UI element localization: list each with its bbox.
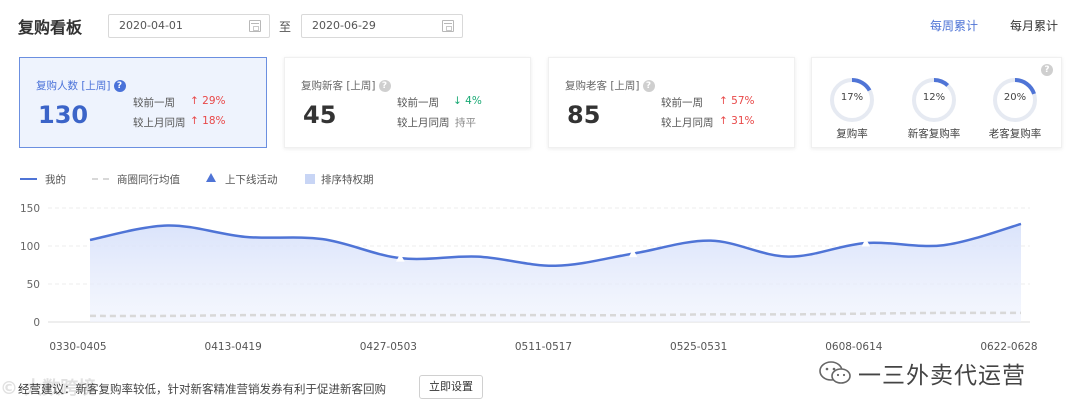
wow-change-value: 29% [202,95,226,107]
end-date-value: 2020-06-29 [312,19,376,32]
mom-label: 较上月同周 [133,117,186,129]
help-icon[interactable]: ? [378,80,391,92]
y-tick-label: 150 [20,203,40,215]
legend-label: 上下线活动 [225,174,278,186]
start-date-value: 2020-04-01 [119,19,183,32]
dashed-line-swatch-icon [92,178,109,180]
help-icon[interactable]: ? [1041,64,1053,76]
rate-label: 复购率 [836,128,868,140]
wow-change: ↑ 57% [719,95,755,107]
wow-change: ↓ 4% [453,95,482,107]
x-tick-label: 0330-0405 [49,341,106,353]
mom-change-value: 18% [202,115,226,127]
repurchase-users-card[interactable]: 复购人数 [上周]? 130 较前一周 ↑ 29% 较上月同周 ↑ 18% [19,57,267,148]
footer: © 大数跨境 经营建议：新客复购率较低，针对新客精准营销发券有利于促进新客回购 … [0,361,1080,413]
card-value: 85 [567,101,601,129]
x-tick-label: 0427-0503 [360,341,417,353]
card-label: 复购新客 [上周]? [301,78,391,93]
wow-label: 较前一周 [661,97,703,109]
legend-label: 我的 [45,174,66,186]
set-now-button[interactable]: 立即设置 [419,375,483,399]
y-tick-label: 0 [33,317,40,329]
card-label-text: 复购人数 [上周] [36,80,111,92]
monthly-cumulative-tab[interactable]: 每月累计 [1010,17,1058,34]
mom-change: ↑ 31% [719,115,755,127]
wow-label: 较前一周 [397,97,439,109]
rate-label: 新客复购率 [907,128,961,140]
wow-change: ↑ 29% [190,95,226,107]
chart-svg: 0 50 100 150 0330-0405 0413-0419 0427-0503 0511… [20,203,1038,353]
wechat-icon [819,361,851,384]
chart-legend: 我的 商圈同行均值 上下线活动 排序特权期 [20,172,620,188]
start-date-picker[interactable]: 2020-04-01 [108,14,270,38]
old-customer-rate-ring: 20% 老客复购率 [989,76,1041,140]
card-value: 45 [303,101,337,129]
y-tick-label: 50 [27,279,40,291]
calendar-icon [442,20,454,32]
calendar-icon [249,20,261,32]
mom-change-value: 31% [731,115,755,127]
rate-value: 20% [1003,92,1027,103]
mom-label: 较上月同周 [397,117,450,129]
weekly-cumulative-tab[interactable]: 每周累计 [930,17,978,34]
x-tick-label: 0511-0517 [515,341,572,353]
card-value: 130 [38,101,89,129]
repurchase-rates-card: ? 17% 复购率 12% 新客复购率 20% 老客复购率 [811,57,1062,148]
suggestion-body: ：新客复购率较低，针对新客精准营销发券有利于促进新客回购 [64,382,386,396]
watermark-right: 一三外卖代运营 [818,354,1068,394]
x-tick-label: 0413-0419 [205,341,262,353]
watermark-text: 一三外卖代运营 [858,363,1026,389]
repurchase-old-customers-card[interactable]: 复购老客 [上周]? 85 较前一周 ↑ 57% 较上月同周 ↑ 31% [548,57,795,148]
end-date-picker[interactable]: 2020-06-29 [301,14,463,38]
wow-change-value: 57% [731,95,755,107]
square-swatch-icon [305,174,315,184]
rate-value: 12% [922,92,946,103]
area-fill-mine [90,223,1021,322]
wow-label: 较前一周 [133,97,175,109]
triangle-icon [206,173,216,182]
suggestion-key: 经营建议 [18,382,64,396]
mom-change: 持平 [455,117,476,129]
repurchase-new-customers-card[interactable]: 复购新客 [上周]? 45 较前一周 ↓ 4% 较上月同周 持平 [284,57,531,148]
y-tick-label: 100 [20,241,40,253]
mom-label: 较上月同周 [661,117,714,129]
card-label-text: 复购老客 [上周] [565,80,640,92]
mom-change: ↑ 18% [190,115,226,127]
rate-ring: 17% 复购率 [828,76,876,140]
card-label: 复购人数 [上周]? [36,78,126,93]
wow-change-value: 4% [465,95,482,107]
help-icon[interactable]: ? [642,80,655,92]
x-tick-label: 0622-0628 [980,341,1037,353]
legend-label: 商圈同行均值 [117,174,180,186]
x-tick-label: 0608-0614 [825,341,883,353]
rate-label: 老客复购率 [988,128,1042,140]
suggestion-text: 经营建议：新客复购率较低，针对新客精准营销发券有利于促进新客回购 [18,381,386,397]
date-separator: 至 [279,20,292,34]
line-swatch-icon [20,178,37,180]
legend-label: 排序特权期 [321,174,374,186]
page-title: 复购看板 [18,18,83,37]
header: 复购看板 2020-04-01 至 2020-06-29 每周累计 每月累计 [0,0,1080,52]
rate-value: 17% [840,92,864,103]
card-label-text: 复购新客 [上周] [301,80,376,92]
repurchase-trend-chart: 0 50 100 150 0330-0405 0413-0419 0427-0503 0511… [0,196,1080,366]
x-tick-label: 0525-0531 [670,341,727,353]
card-label: 复购老客 [上周]? [565,78,655,93]
help-icon[interactable]: ? [113,80,126,92]
new-customer-rate-ring: 12% 新客复购率 [908,76,960,140]
